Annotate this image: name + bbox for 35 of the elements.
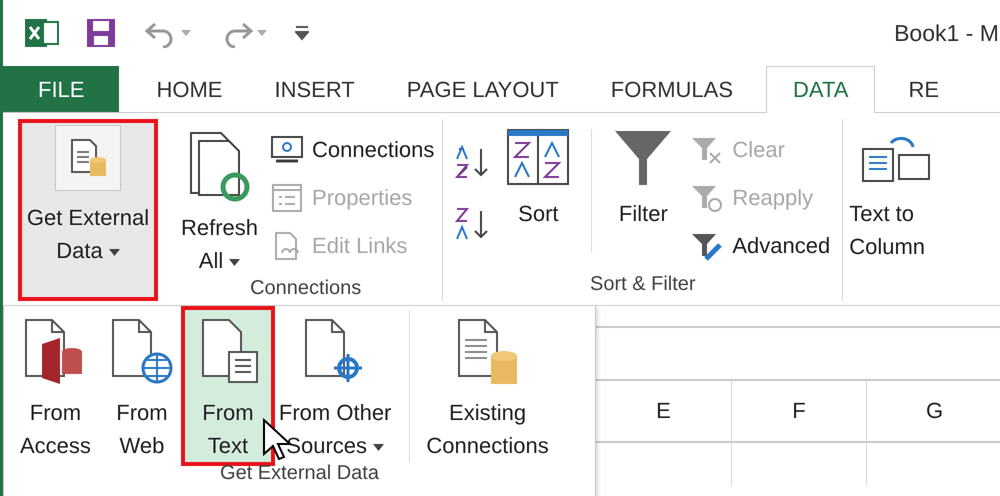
caret-icon <box>108 248 120 256</box>
group-label: Get External Data <box>219 462 380 486</box>
menu-item[interactable]: From Other Sources <box>270 310 400 462</box>
funnel-icon <box>614 129 672 187</box>
database-document-icon <box>68 138 108 178</box>
spreadsheet-app-icon[interactable] <box>25 17 59 49</box>
reapply-icon <box>690 183 724 213</box>
connections-icon <box>270 135 304 165</box>
sort-descending-icon[interactable] <box>455 207 490 241</box>
refresh-all-button[interactable]: Refresh All <box>177 119 262 277</box>
caret-icon <box>373 444 384 451</box>
customize-toolbar-icon[interactable] <box>295 25 309 41</box>
advanced-filter-icon <box>690 231 724 261</box>
caret-icon <box>229 258 240 266</box>
menu-item[interactable]: From Access <box>12 310 99 462</box>
filter-button[interactable]: Filter <box>610 119 676 273</box>
ribbon-tab[interactable]: DATA <box>766 66 876 113</box>
sort-button[interactable]: Sort <box>503 119 574 273</box>
ribbon-command[interactable]: Advanced <box>690 229 830 263</box>
get-external-data-button[interactable]: Get External Data <box>18 119 158 301</box>
group-label: Sort & Filter <box>589 273 697 297</box>
group-label: Connections <box>249 277 362 301</box>
window-title: Book1 - Mi <box>894 20 1000 46</box>
menu-item[interactable]: Existing Connections <box>409 310 557 462</box>
ribbon-command[interactable]: Connections <box>270 133 434 167</box>
sort-ascending-icon[interactable] <box>455 145 490 179</box>
column-header[interactable]: F <box>732 381 867 443</box>
text-to-columns-button[interactable]: Text to Column <box>845 119 936 263</box>
save-icon[interactable] <box>85 17 117 49</box>
sort-icon <box>507 129 570 185</box>
menu-item[interactable]: From Text <box>184 310 271 462</box>
column-header[interactable]: G <box>867 381 1000 443</box>
file-tab[interactable]: FILE <box>3 66 120 112</box>
properties-icon <box>270 183 304 213</box>
menu-item[interactable]: From Web <box>98 310 185 462</box>
